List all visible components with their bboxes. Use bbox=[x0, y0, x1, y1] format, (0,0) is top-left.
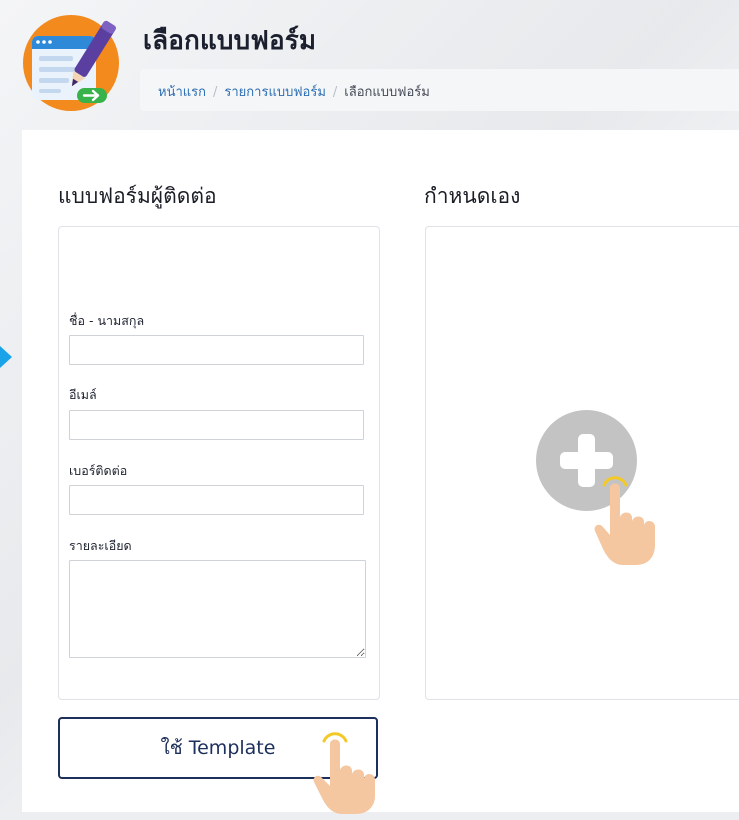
phone-label: เบอร์ติดต่อ bbox=[69, 463, 128, 478]
details-label: รายละเอียด bbox=[69, 538, 132, 553]
main-panel: แบบฟอร์มผู้ติดต่อ ชื่อ - นามสกุล อีเมล์ … bbox=[22, 130, 739, 814]
form-document-pen-icon bbox=[22, 14, 120, 112]
breadcrumb-bar: หน้าแรก / รายการแบบฟอร์ม / เลือกแบบฟอร์ม bbox=[140, 69, 739, 111]
breadcrumb-form-list-link[interactable]: รายการแบบฟอร์ม bbox=[224, 85, 326, 100]
fullname-input[interactable] bbox=[69, 335, 364, 365]
breadcrumb-separator: / bbox=[213, 85, 218, 100]
tap-hand-icon bbox=[310, 726, 382, 820]
tap-hand-icon bbox=[593, 471, 665, 571]
contact-form-heading: แบบฟอร์มผู้ติดต่อ bbox=[58, 184, 217, 208]
custom-form-card[interactable] bbox=[425, 226, 739, 700]
page-header: เลือกแบบฟอร์ม หน้าแรก / รายการแบบฟอร์ม / เลื… bbox=[0, 0, 739, 130]
page-title: เลือกแบบฟอร์ม bbox=[143, 26, 317, 56]
breadcrumb-separator: / bbox=[332, 85, 338, 100]
breadcrumb-current: เลือกแบบฟอร์ม bbox=[344, 85, 430, 100]
details-textarea[interactable] bbox=[69, 560, 366, 658]
fullname-label: ชื่อ - นามสกุล bbox=[69, 313, 145, 328]
contact-form-template-card[interactable]: ชื่อ - นามสกุล อีเมล์ เบอร์ติดต่อ รายละเ… bbox=[58, 226, 380, 700]
breadcrumb-home-link[interactable]: หน้าแรก bbox=[158, 85, 206, 100]
side-arrow-icon bbox=[0, 346, 12, 368]
email-input[interactable] bbox=[69, 410, 364, 440]
custom-form-heading: กำหนดเอง bbox=[424, 184, 521, 208]
email-label: อีเมล์ bbox=[69, 387, 97, 402]
phone-input[interactable] bbox=[69, 485, 364, 515]
breadcrumb: หน้าแรก / รายการแบบฟอร์ม / เลือกแบบฟอร์ม bbox=[158, 81, 430, 102]
